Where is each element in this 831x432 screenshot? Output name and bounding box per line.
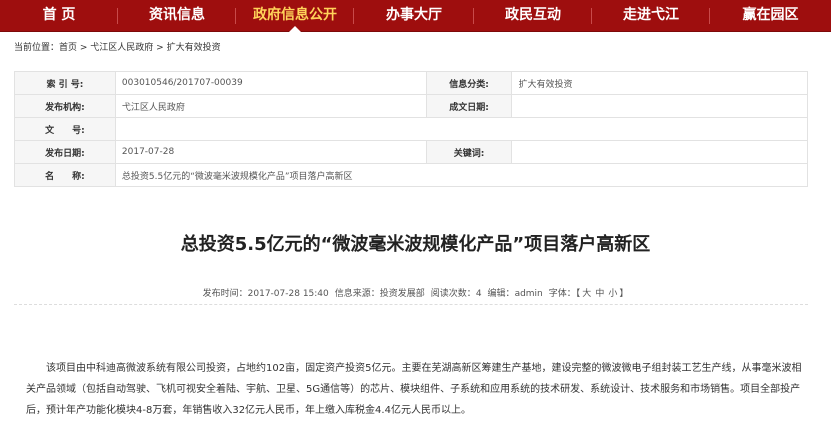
index-label: 索 引 号:: [14, 71, 116, 95]
publish-time: 2017-07-28 15:40: [247, 289, 329, 299]
nav-item-services[interactable]: 办事大厅: [354, 0, 474, 31]
breadcrumb-home-link[interactable]: 首页: [59, 43, 77, 53]
font-large-button[interactable]: 大: [582, 289, 591, 299]
table-row: 索 引 号: 003010546/201707-00039 信息分类: 扩大有效…: [14, 71, 808, 95]
nav-item-label: 政民互动: [505, 7, 561, 23]
article-title: 总投资5.5亿元的“微波毫米波规模化产品”项目落户高新区: [180, 234, 651, 255]
created-date-label: 成文日期:: [425, 94, 513, 118]
nav-item-label: 办事大厅: [386, 7, 442, 23]
font-bracket-open: 【: [575, 289, 581, 299]
divider: [14, 304, 808, 305]
nav-item-label: 政府信息公开: [253, 7, 337, 23]
created-date-value: [511, 94, 808, 118]
publisher-label: 发布机构:: [14, 94, 116, 118]
index-value: 003010546/201707-00039: [114, 71, 427, 95]
breadcrumb-level1-link[interactable]: 弋江区人民政府: [90, 43, 153, 53]
publish-date-label: 发布日期:: [14, 140, 116, 164]
editor: admin: [514, 289, 543, 299]
publish-time-label: 发布时间：: [202, 289, 248, 299]
table-row: 文 号:: [14, 117, 809, 141]
keywords-value: [511, 140, 808, 164]
table-row: 发布日期: 2017-07-28 关键词:: [14, 140, 808, 164]
category-label: 信息分类:: [425, 71, 513, 95]
nav-item-news[interactable]: 资讯信息: [118, 0, 236, 31]
nav-item-home[interactable]: 首 页: [0, 0, 118, 31]
article-info: 发布时间：2017-07-28 15:40 信息来源：投资发展部 阅读次数：4 编辑：…: [0, 286, 831, 299]
breadcrumb-level2-link[interactable]: 扩大有效投资: [167, 43, 221, 53]
breadcrumb-separator: >: [153, 43, 167, 53]
breadcrumb: 当前位置：首页 > 弋江区人民政府 > 扩大有效投资: [14, 40, 221, 53]
table-row: 发布机构: 弋江区人民政府 成文日期:: [14, 94, 808, 118]
nav-item-gov-info[interactable]: 政府信息公开: [236, 0, 354, 32]
font-small-button[interactable]: 小: [608, 289, 617, 299]
keywords-label: 关键词:: [425, 140, 513, 164]
editor-label: 编辑：: [487, 289, 515, 299]
nav-item-label: 资讯信息: [149, 7, 205, 23]
nav-item-label: 走进弋江: [623, 7, 679, 23]
doc-number-value: [114, 117, 809, 141]
breadcrumb-prefix: 当前位置：: [14, 43, 60, 53]
table-row: 名 称: 总投资5.5亿元的“微波毫米波规模化产品”项目落户高新区: [14, 163, 809, 187]
doc-name-value: 总投资5.5亿元的“微波毫米波规模化产品”项目落户高新区: [114, 163, 809, 187]
publisher-value: 弋江区人民政府: [114, 94, 427, 118]
active-indicator: [289, 26, 301, 32]
document-meta-table: 索 引 号: 003010546/201707-00039 信息分类: 扩大有效…: [14, 71, 809, 187]
source: 投资发展部: [379, 289, 425, 299]
breadcrumb-separator: >: [77, 43, 91, 53]
source-label: 信息来源：: [334, 289, 380, 299]
doc-number-label: 文 号:: [14, 117, 116, 141]
font-bracket-close: 】: [619, 289, 629, 299]
article-body: 该项目由中科迪高微波系统有限公司投资，占地约102亩，固定资产投资5亿元。主要在…: [26, 363, 802, 416]
nav-item-interaction[interactable]: 政民互动: [474, 0, 592, 31]
publish-date-value: 2017-07-28: [114, 140, 427, 164]
font-size-label: 字体：: [548, 289, 576, 299]
read-count: 4: [475, 289, 482, 299]
nav-item-label: 首 页: [42, 7, 76, 23]
nav-item-park[interactable]: 赢在园区: [710, 0, 831, 31]
category-value: 扩大有效投资: [511, 71, 808, 95]
doc-name-label: 名 称:: [14, 163, 116, 187]
read-count-label: 阅读次数：: [430, 289, 476, 299]
nav-item-about[interactable]: 走进弋江: [592, 0, 710, 31]
nav-item-label: 赢在园区: [742, 7, 799, 23]
main-nav: 首 页 资讯信息 政府信息公开 办事大厅 政民互动 走进弋江 赢在园区: [0, 0, 831, 32]
font-medium-button[interactable]: 中: [595, 289, 604, 299]
